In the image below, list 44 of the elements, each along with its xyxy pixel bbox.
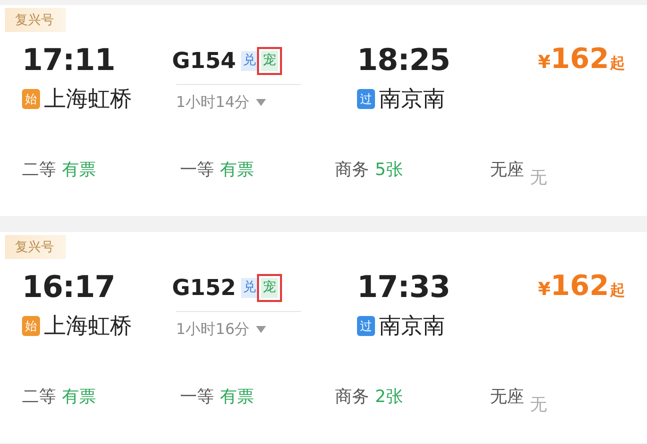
price: ¥162 起 xyxy=(538,269,625,304)
seat-availability: 无 xyxy=(530,394,547,416)
pass-through-badge: 过 xyxy=(357,316,375,336)
exchange-badge: 兑 xyxy=(240,278,258,298)
departure-station: 上海虹桥 xyxy=(44,313,132,341)
seat-availability: 有票 xyxy=(62,386,96,409)
departure-time: 17:11 xyxy=(22,42,116,80)
departure-time: 16:17 xyxy=(22,269,116,307)
seat-availability: 无 xyxy=(530,166,547,190)
dropdown-caret-icon[interactable] xyxy=(256,99,266,106)
exchange-badge: 兑 xyxy=(240,51,258,71)
train-type-tag: 复兴号 xyxy=(5,8,66,32)
seat-availability: 有票 xyxy=(62,159,96,182)
origin-badge: 始 xyxy=(22,89,40,109)
pass-through-badge: 过 xyxy=(357,89,375,109)
pet-badge: 宠 xyxy=(260,51,278,71)
train-number: G152 xyxy=(172,276,236,300)
arrival-time: 17:33 xyxy=(357,269,451,307)
seat-class: 一等 xyxy=(180,386,214,409)
arrival-station: 南京南 xyxy=(379,313,445,341)
seat-class: 一等 xyxy=(180,159,214,182)
arrival-station: 南京南 xyxy=(379,86,445,114)
seat-availability: 2张 xyxy=(375,386,403,409)
seat-availability: 5张 xyxy=(375,159,403,182)
seat-availability: 有票 xyxy=(220,159,254,182)
seat-class: 二等 xyxy=(22,159,56,182)
train-card[interactable]: 复兴号 17:11 G154 兑 宠 18:25 ¥162 起 始 上海虹桥 1小时14分 过 南京南 二等 有票 一等 有票 商务 5张 无座 无 xyxy=(0,5,647,216)
seat-availability: 有票 xyxy=(220,386,254,409)
departure-station: 上海虹桥 xyxy=(44,86,132,114)
train-card[interactable]: 复兴号 16:17 G152 兑 宠 17:33 ¥162 起 始 上海虹桥 1小时16分 过 南京南 二等 有票 一等 有票 商务 2张 无座 无 xyxy=(0,232,647,443)
seat-class: 无座 xyxy=(490,159,524,182)
arrival-time: 18:25 xyxy=(357,42,451,80)
train-number: G154 xyxy=(172,48,236,74)
seat-class: 二等 xyxy=(22,386,56,409)
seat-class: 商务 xyxy=(335,386,369,409)
pet-badge: 宠 xyxy=(260,278,278,298)
train-type-tag: 复兴号 xyxy=(5,235,66,259)
origin-badge: 始 xyxy=(22,316,40,336)
price: ¥162 起 xyxy=(538,42,625,77)
seat-class: 无座 xyxy=(490,386,524,409)
duration: 1小时14分 xyxy=(176,93,250,112)
dropdown-caret-icon[interactable] xyxy=(256,326,266,333)
seat-class: 商务 xyxy=(335,159,369,182)
duration: 1小时16分 xyxy=(176,320,250,339)
